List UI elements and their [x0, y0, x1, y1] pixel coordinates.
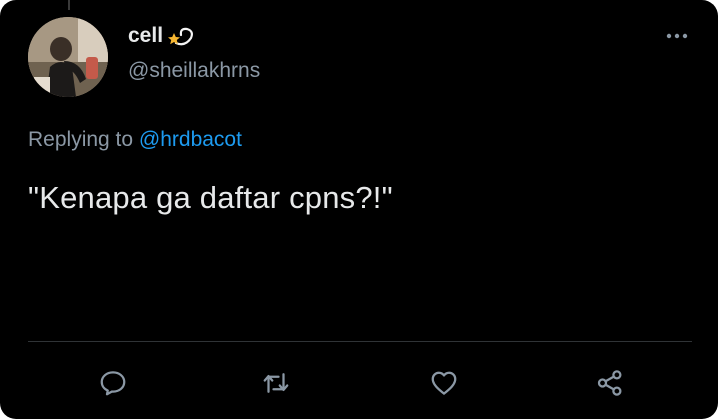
- avatar-photo: [28, 17, 108, 97]
- thread-line: [68, 0, 70, 10]
- more-options-icon[interactable]: [664, 26, 690, 46]
- replying-to-mention[interactable]: @hrdbacot: [139, 128, 242, 151]
- display-name[interactable]: cell: [128, 24, 195, 48]
- retweet-icon: [263, 373, 289, 393]
- tweet-card: cell @sheillakhrns Replying to @hrdbacot…: [0, 0, 718, 419]
- replying-to-label: Replying to: [28, 128, 134, 151]
- user-handle[interactable]: @sheillakhrns: [128, 59, 260, 83]
- share-button[interactable]: [593, 366, 627, 400]
- share-icon: [597, 370, 622, 396]
- retweet-button[interactable]: [259, 366, 293, 400]
- divider: [28, 341, 692, 342]
- heart-icon: [431, 371, 457, 395]
- avatar[interactable]: [28, 17, 108, 97]
- reply-icon: [100, 371, 126, 396]
- display-name-text: cell: [128, 24, 164, 47]
- like-button[interactable]: [427, 366, 461, 400]
- replying-to-line: Replying to @hrdbacot: [28, 128, 242, 152]
- dizzy-star-icon: [168, 27, 194, 46]
- reply-button[interactable]: [96, 366, 130, 400]
- tweet-text: "Kenapa ga daftar cpns?!": [28, 180, 393, 215]
